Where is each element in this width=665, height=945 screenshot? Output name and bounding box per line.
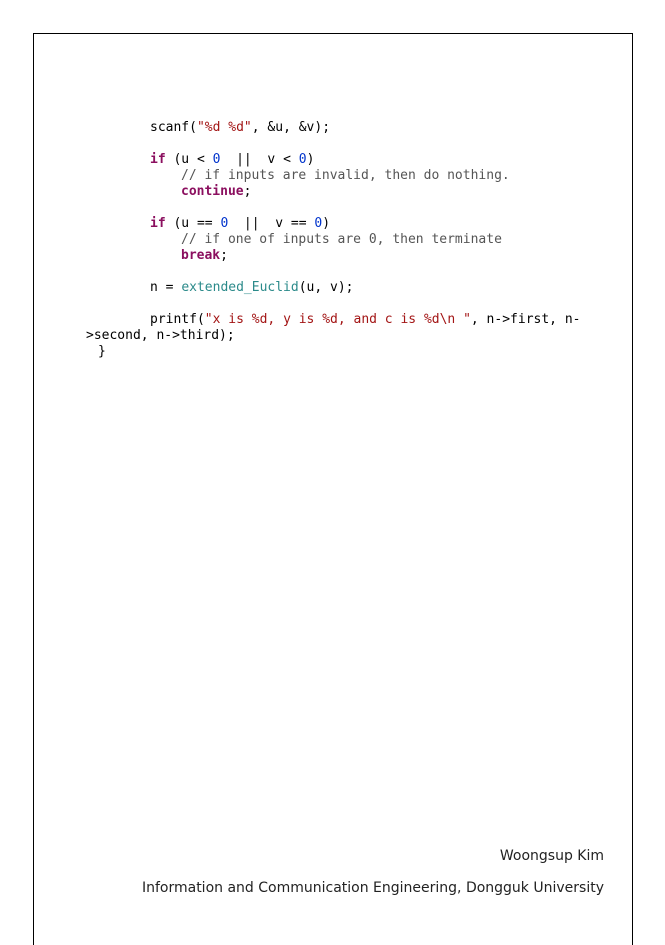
- code-token: || v <: [220, 152, 299, 167]
- code-token: (u ==: [165, 216, 221, 231]
- footer-affiliation: Information and Communication Engineerin…: [141, 880, 604, 896]
- code-line-close-brace: }: [98, 344, 106, 359]
- code-comment: // if inputs are invalid, then do nothin…: [181, 168, 510, 183]
- code-function-name: extended_Euclid: [181, 280, 299, 295]
- code-keyword: break: [181, 248, 221, 263]
- code-keyword: if: [150, 152, 166, 167]
- code-keyword: continue: [181, 184, 244, 199]
- code-string: "%d %d": [196, 120, 252, 135]
- code-string: "x is %d, y is %d, and c is %d\n ": [204, 312, 471, 327]
- code-token: ): [322, 216, 331, 231]
- code-comment: // if one of inputs are 0, then terminat…: [181, 232, 502, 247]
- code-token: n =: [150, 280, 182, 295]
- code-line-if-invalid: if (u < 0 || v < 0): [150, 152, 314, 168]
- footer-author: Woongsup Kim: [499, 848, 604, 864]
- code-line-printf-continued: >second, n->third);: [86, 328, 235, 343]
- code-keyword: if: [150, 216, 166, 231]
- code-token: (u <: [165, 152, 213, 167]
- code-line-assign: n = extended_Euclid(u, v);: [150, 280, 354, 296]
- code-line-scanf: scanf("%d %d", &u, &v);: [150, 120, 330, 136]
- code-token: (u, v);: [298, 280, 354, 295]
- code-line-continue: continue;: [181, 184, 251, 200]
- code-token: , n->first, n-: [470, 312, 581, 327]
- code-token: ): [306, 152, 315, 167]
- code-token: printf(: [150, 312, 205, 327]
- code-line-printf: printf("x is %d, y is %d, and c is %d\n …: [150, 312, 580, 328]
- code-line-if-zero: if (u == 0 || v == 0): [150, 216, 330, 232]
- page-frame: scanf("%d %d", &u, &v); if (u < 0 || v <…: [33, 33, 633, 945]
- code-token: ;: [220, 248, 228, 263]
- code-token: ;: [243, 184, 252, 199]
- code-number: 0: [298, 152, 307, 167]
- code-token: , &u, &v);: [251, 120, 331, 135]
- code-block: scanf("%d %d", &u, &v); if (u < 0 || v <…: [34, 34, 632, 945]
- code-token: scanf(: [150, 120, 197, 135]
- code-token: || v ==: [228, 216, 315, 231]
- code-line-break: break;: [181, 248, 228, 264]
